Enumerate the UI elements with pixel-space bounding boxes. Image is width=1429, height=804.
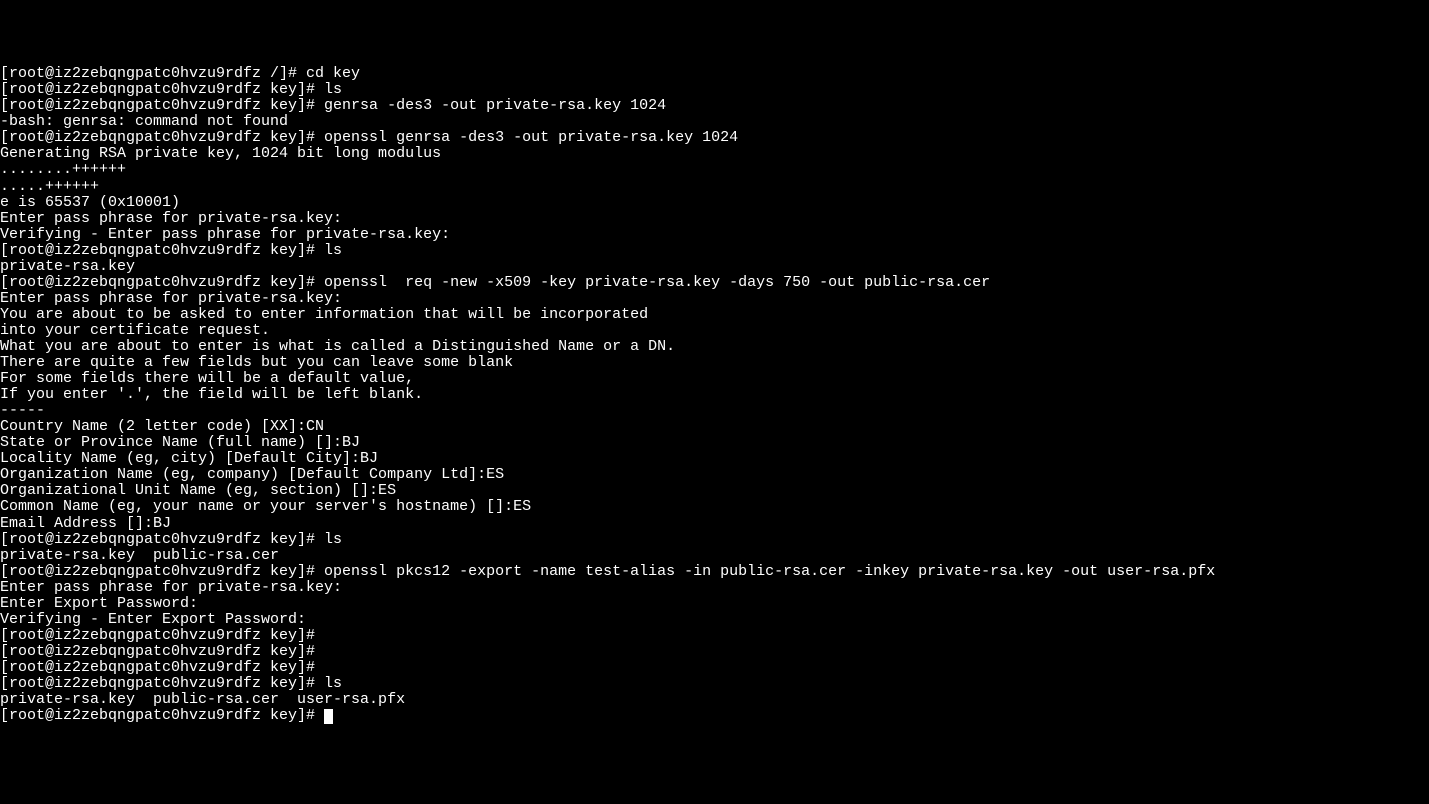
terminal-line: [root@iz2zebqngpatc0hvzu9rdfz key]# open… xyxy=(0,564,1429,580)
terminal-line: Verifying - Enter Export Password: xyxy=(0,612,1429,628)
terminal-line: [root@iz2zebqngpatc0hvzu9rdfz key]# genr… xyxy=(0,98,1429,114)
terminal-line: private-rsa.key public-rsa.cer xyxy=(0,548,1429,564)
terminal-line: [root@iz2zebqngpatc0hvzu9rdfz key]# open… xyxy=(0,130,1429,146)
terminal-line: There are quite a few fields but you can… xyxy=(0,355,1429,371)
terminal-line: [root@iz2zebqngpatc0hvzu9rdfz key]# xyxy=(0,644,1429,660)
terminal-line: Common Name (eg, your name or your serve… xyxy=(0,499,1429,515)
terminal-line: You are about to be asked to enter infor… xyxy=(0,307,1429,323)
terminal-line: [root@iz2zebqngpatc0hvzu9rdfz key]# ls xyxy=(0,676,1429,692)
terminal-line: If you enter '.', the field will be left… xyxy=(0,387,1429,403)
terminal-line: [root@iz2zebqngpatc0hvzu9rdfz key]# xyxy=(0,708,1429,724)
terminal-line: [root@iz2zebqngpatc0hvzu9rdfz key]# ls xyxy=(0,82,1429,98)
terminal-line: Enter Export Password: xyxy=(0,596,1429,612)
terminal-line: private-rsa.key xyxy=(0,259,1429,275)
terminal-line: State or Province Name (full name) []:BJ xyxy=(0,435,1429,451)
terminal-line: For some fields there will be a default … xyxy=(0,371,1429,387)
terminal-line: Enter pass phrase for private-rsa.key: xyxy=(0,211,1429,227)
terminal-line: Country Name (2 letter code) [XX]:CN xyxy=(0,419,1429,435)
terminal-line: e is 65537 (0x10001) xyxy=(0,195,1429,211)
terminal-line: [root@iz2zebqngpatc0hvzu9rdfz key]# xyxy=(0,660,1429,676)
terminal-line: Organizational Unit Name (eg, section) [… xyxy=(0,483,1429,499)
terminal-line: private-rsa.key public-rsa.cer user-rsa.… xyxy=(0,692,1429,708)
terminal-line: Enter pass phrase for private-rsa.key: xyxy=(0,580,1429,596)
terminal-line: [root@iz2zebqngpatc0hvzu9rdfz key]# ls xyxy=(0,532,1429,548)
terminal-line: Organization Name (eg, company) [Default… xyxy=(0,467,1429,483)
terminal-line: ----- xyxy=(0,403,1429,419)
terminal-line: Email Address []:BJ xyxy=(0,516,1429,532)
terminal-line: [root@iz2zebqngpatc0hvzu9rdfz key]# open… xyxy=(0,275,1429,291)
terminal-line: What you are about to enter is what is c… xyxy=(0,339,1429,355)
terminal-line: .....++++++ xyxy=(0,179,1429,195)
terminal-line: Generating RSA private key, 1024 bit lon… xyxy=(0,146,1429,162)
terminal-output[interactable]: [root@iz2zebqngpatc0hvzu9rdfz /]# cd key… xyxy=(0,66,1429,724)
terminal-line: Locality Name (eg, city) [Default City]:… xyxy=(0,451,1429,467)
terminal-line: ........++++++ xyxy=(0,162,1429,178)
terminal-line: into your certificate request. xyxy=(0,323,1429,339)
terminal-line: [root@iz2zebqngpatc0hvzu9rdfz /]# cd key xyxy=(0,66,1429,82)
terminal-line: [root@iz2zebqngpatc0hvzu9rdfz key]# ls xyxy=(0,243,1429,259)
terminal-line: Enter pass phrase for private-rsa.key: xyxy=(0,291,1429,307)
terminal-line: -bash: genrsa: command not found xyxy=(0,114,1429,130)
terminal-line: Verifying - Enter pass phrase for privat… xyxy=(0,227,1429,243)
terminal-line: [root@iz2zebqngpatc0hvzu9rdfz key]# xyxy=(0,628,1429,644)
cursor xyxy=(324,709,333,724)
